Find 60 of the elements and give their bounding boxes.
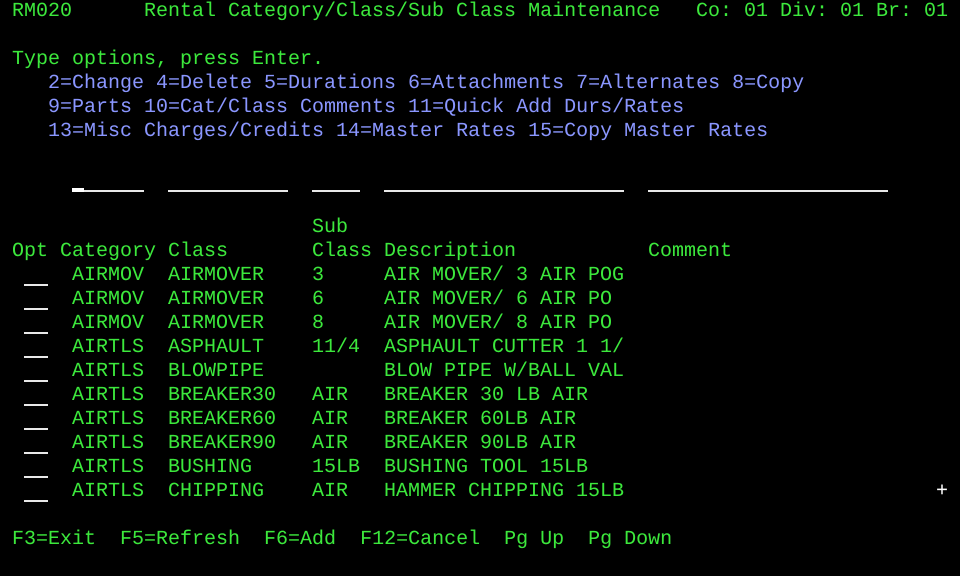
instructions: Type options, press Enter. [11,48,326,72]
company-info: Co: 01 Div: 01 Br: 01 [696,0,950,24]
function-key[interactable]: F12=Cancel [360,528,480,552]
function-key[interactable]: F6=Add [264,528,336,552]
table-cell-text: AIRTLS [71,432,146,456]
table-cell-text: 15LB [312,456,362,480]
option-legend: 9=Parts 10=Cat/Class Comments 11=Quick Add Durs/Rates [0,96,960,120]
table-cell-text: BREAKER30 [168,384,278,408]
function-key[interactable]: Pg Up [504,528,564,552]
table-cell-text: AIR MOVER/ 8 AIR PO [384,312,614,336]
table-cell-text: AIRMOVER [168,288,266,312]
table-cell-text: ASPHAULT [168,336,266,360]
table-cell-text: AIRTLS [71,480,146,504]
more-indicator: + [936,480,948,504]
table-cell-text: AIR [312,432,350,456]
table-cell-text: BREAKER 30 LB AIR [384,384,590,408]
table-cell-text: BUSHING TOOL 15LB [384,456,590,480]
screen-title: Rental Category/Class/Sub Class Maintenance [144,0,662,24]
table-cell-text: AIRMOV [71,312,146,336]
table-cell-text: BLOW PIPE W/BALL VAL [384,360,626,384]
table-cell-text: AIRMOV [71,264,146,288]
table-cell-text: BREAKER 90LB AIR [384,432,578,456]
function-key[interactable]: Pg Down [588,528,672,552]
column-header: Sub Class [312,216,372,264]
program-id: RM020 [12,0,74,24]
table-cell-text: AIR MOVER/ 3 AIR POG [384,264,626,288]
table-cell-text: AIRMOVER [168,312,266,336]
table-cell-text: BUSHING [168,456,254,480]
table-cell-text: AIRTLS [71,456,146,480]
table-cell-text: 8 [312,312,326,336]
table-cell-text: HAMMER CHIPPING 15LB [384,480,626,504]
table-cell-text: 3 [312,264,326,288]
table-cell-text: AIR [312,408,350,432]
table-cell-text: AIR [312,384,350,408]
table-cell-text: 6 [312,288,326,312]
table-cell-text: 11/4 [312,336,362,360]
table-cell-text: AIRMOV [71,288,146,312]
table-cell-text: AIRTLS [71,384,146,408]
column-header: Category [60,240,158,264]
function-key[interactable]: F3=Exit [12,528,96,552]
column-header: Description [384,240,518,264]
table-cell-text: AIRTLS [71,360,146,384]
option-legend: 2=Change 4=Delete 5=Durations 6=Attachments 7=Alternates 8=Copy [0,72,960,96]
table-cell-text: AIRTLS [71,336,146,360]
table-cell-text: BREAKER60 [168,408,278,432]
table-cell-text: BREAKER90 [168,432,278,456]
table-cell-text: AIRMOVER [168,264,266,288]
table-cell-text: AIR MOVER/ 6 AIR PO [384,288,614,312]
table-cell-text: BREAKER 60LB AIR [384,408,578,432]
table-cell-text: BLOWPIPE [168,360,266,384]
column-header: Opt [12,240,50,264]
table-cell-text: ASPHAULT CUTTER 1 1/ [384,336,626,360]
table-cell-text: AIRTLS [71,408,146,432]
table-cell-text: AIR [312,480,350,504]
column-header: Class [168,240,230,264]
text-cursor [72,188,84,192]
table-cell-text: CHIPPING [168,480,266,504]
option-legend: 13=Misc Charges/Credits 14=Master Rates 15=Copy Master Rates [0,120,960,144]
column-header: Comment [648,240,734,264]
function-key[interactable]: F5=Refresh [120,528,240,552]
